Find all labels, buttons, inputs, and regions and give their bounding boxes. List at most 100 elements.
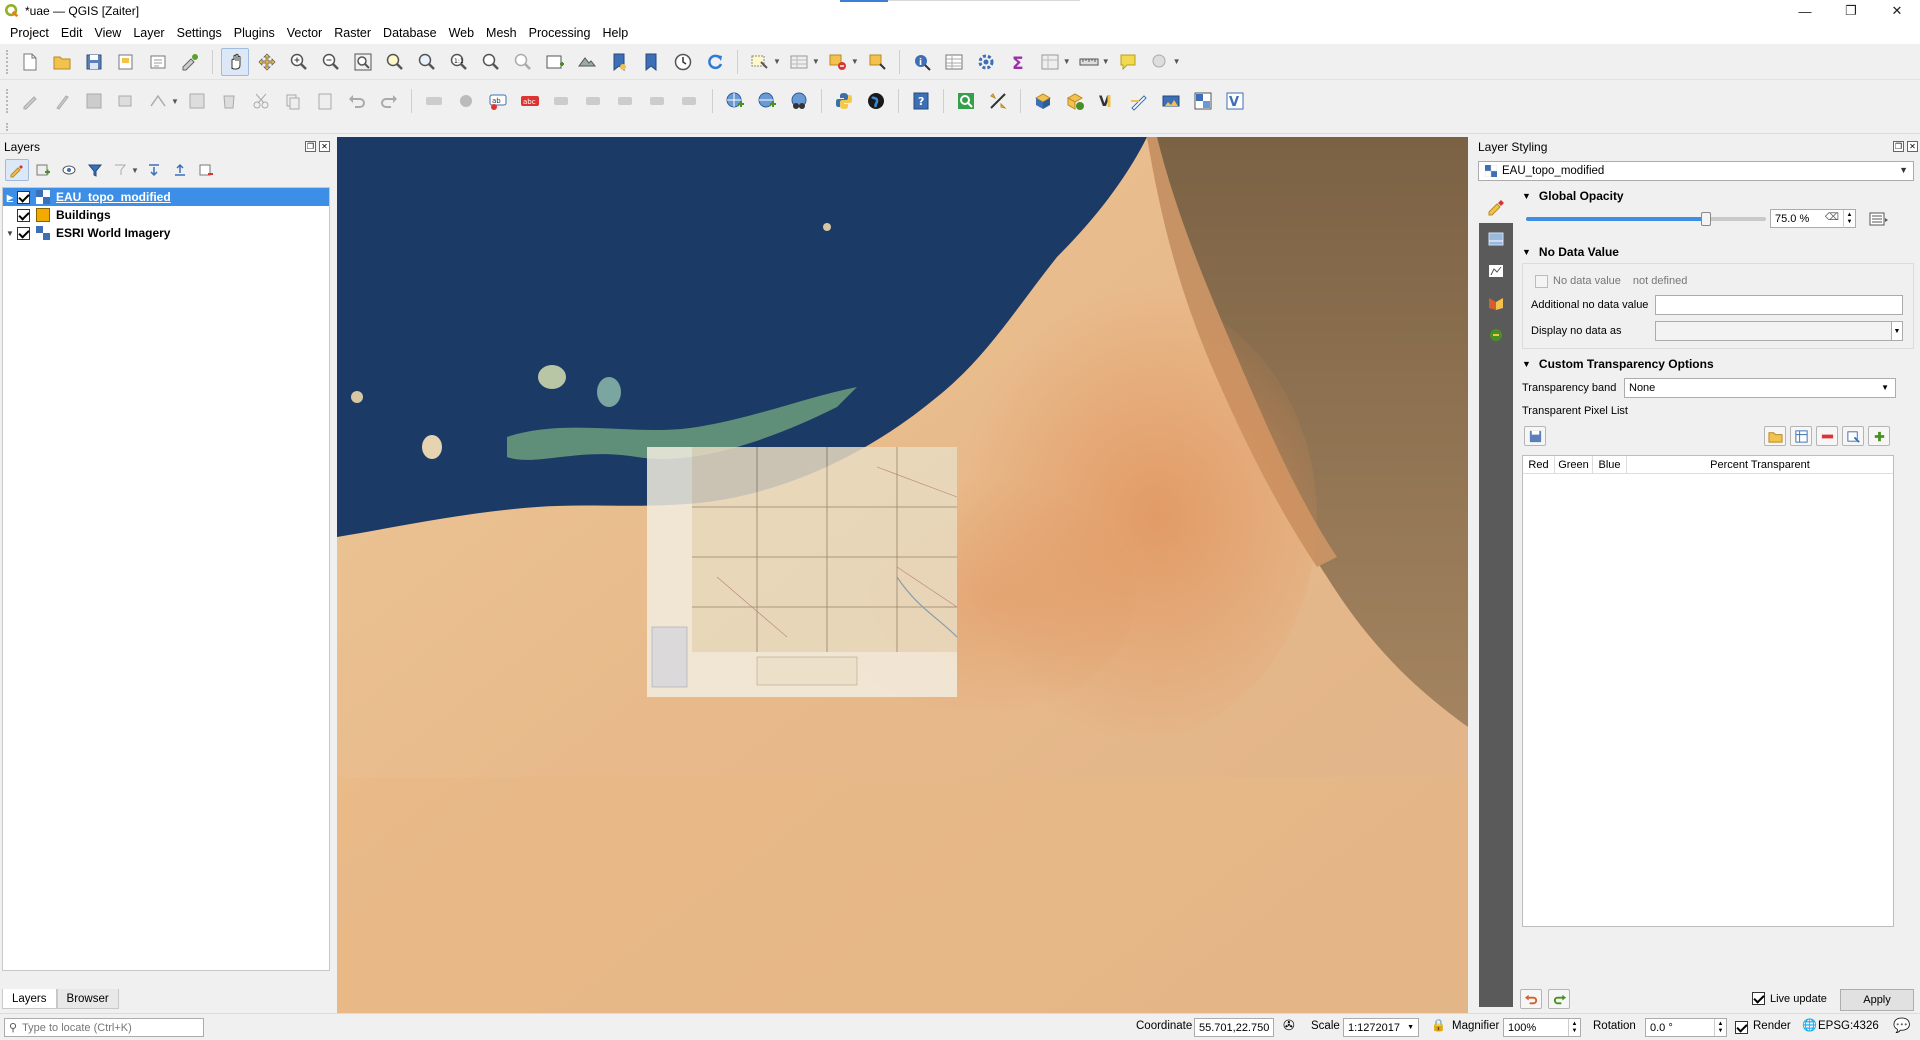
collapse-arrow-icon[interactable]: ▼ xyxy=(3,229,17,238)
layer-row-esri-world-imagery[interactable]: ▼ ESRI World Imagery xyxy=(3,224,329,242)
symbology-tab-icon[interactable] xyxy=(1479,191,1513,223)
column-blue[interactable]: Blue xyxy=(1593,456,1627,473)
float-panel-button[interactable]: ❐ xyxy=(305,141,316,152)
vertex-tool-icon[interactable] xyxy=(144,87,172,115)
layer-visibility-checkbox[interactable] xyxy=(17,190,30,204)
column-green[interactable]: Green xyxy=(1555,456,1593,473)
delete-selected-icon[interactable] xyxy=(215,87,243,115)
copy-features-icon[interactable] xyxy=(279,87,307,115)
undo-style-icon[interactable] xyxy=(1520,989,1542,1009)
menu-layer[interactable]: Layer xyxy=(127,26,170,40)
history-tab-icon[interactable] xyxy=(1479,319,1513,351)
close-panel-button[interactable]: ✕ xyxy=(1907,141,1918,152)
digitize-icon[interactable] xyxy=(1125,87,1153,115)
menu-settings[interactable]: Settings xyxy=(171,26,228,40)
help-icon[interactable]: ? xyxy=(907,87,935,115)
filter-by-expression-icon[interactable] xyxy=(109,159,133,181)
float-panel-button[interactable]: ❐ xyxy=(1893,141,1904,152)
add-wcs-layer-icon[interactable] xyxy=(1189,87,1217,115)
add-wms-layer-icon[interactable] xyxy=(721,87,749,115)
menu-mesh[interactable]: Mesh xyxy=(480,26,523,40)
toolbox-icon[interactable] xyxy=(972,48,1000,76)
collapse-arrow-icon[interactable]: ▼ xyxy=(1522,191,1531,201)
temporal-controller-icon[interactable] xyxy=(669,48,697,76)
dropdown-arrow-icon[interactable]: ▼ xyxy=(851,57,859,66)
open-layer-styling-icon[interactable] xyxy=(5,159,29,181)
menu-view[interactable]: View xyxy=(88,26,127,40)
dropdown-arrow-icon[interactable]: ▼ xyxy=(1173,57,1181,66)
current-edits-icon[interactable] xyxy=(16,87,44,115)
move-label-icon[interactable] xyxy=(612,87,640,115)
open-attribute-table-icon[interactable] xyxy=(940,48,968,76)
pin-labels-icon[interactable] xyxy=(548,87,576,115)
collapse-arrow-icon[interactable]: ▼ xyxy=(1522,247,1531,257)
additional-no-data-input[interactable] xyxy=(1655,295,1903,315)
menu-help[interactable]: Help xyxy=(596,26,634,40)
column-percent-transparent[interactable]: Percent Transparent xyxy=(1627,456,1893,473)
lock-scale-icon[interactable]: 🔒 xyxy=(1431,1018,1446,1032)
dropdown-arrow-icon[interactable]: ▼ xyxy=(773,57,781,66)
layer-diagram-icon[interactable] xyxy=(452,87,480,115)
crs-globe-icon[interactable]: 🌐 xyxy=(1802,1018,1817,1032)
zoom-out-icon[interactable] xyxy=(317,48,345,76)
layer-labeling-icon[interactable]: ab xyxy=(484,87,512,115)
render-checkbox[interactable] xyxy=(1735,1021,1748,1034)
layer-visibility-checkbox[interactable] xyxy=(17,208,30,222)
tab-browser[interactable]: Browser xyxy=(56,989,119,1009)
show-bookmarks-icon[interactable] xyxy=(637,48,665,76)
zoom-next-icon[interactable] xyxy=(509,48,537,76)
filter-legend-icon[interactable] xyxy=(83,159,107,181)
modify-attributes-icon[interactable] xyxy=(183,87,211,115)
rotate-label-icon[interactable] xyxy=(644,87,672,115)
menu-processing[interactable]: Processing xyxy=(523,26,597,40)
field-calculator-icon[interactable] xyxy=(1036,48,1064,76)
rotation-input[interactable]: 0.0 ° ▲ ▼ xyxy=(1645,1018,1727,1037)
zoom-to-selection-icon[interactable] xyxy=(381,48,409,76)
dropdown-arrow-icon[interactable]: ▼ xyxy=(812,57,820,66)
annotation-icon[interactable] xyxy=(1146,48,1174,76)
add-delimited-text-icon[interactable]: V xyxy=(1093,87,1121,115)
save-project-icon[interactable] xyxy=(80,48,108,76)
zoom-full-icon[interactable] xyxy=(349,48,377,76)
globe-icon[interactable] xyxy=(862,87,890,115)
refresh-icon[interactable] xyxy=(701,48,729,76)
column-red[interactable]: Red xyxy=(1523,456,1555,473)
add-from-display-icon[interactable] xyxy=(1842,426,1864,446)
new-3d-map-view-icon[interactable] xyxy=(573,48,601,76)
layer-select-combo[interactable]: EAU_topo_modified ▼ xyxy=(1478,161,1914,181)
coordinate-input[interactable]: 55.701,22.750 xyxy=(1194,1018,1274,1037)
menu-web[interactable]: Web xyxy=(443,26,480,40)
add-feature-icon[interactable] xyxy=(112,87,140,115)
new-map-view-icon[interactable] xyxy=(541,48,569,76)
remove-value-icon[interactable] xyxy=(1816,426,1838,446)
toggle-extents-icon[interactable]: ✇ xyxy=(1283,1017,1295,1034)
add-vector-layer-icon[interactable] xyxy=(1061,87,1089,115)
menu-project[interactable]: Project xyxy=(4,26,55,40)
chevron-down-icon[interactable]: ▼ xyxy=(1891,321,1903,341)
clear-icon[interactable]: ⌫ xyxy=(1825,212,1839,223)
menu-raster[interactable]: Raster xyxy=(328,26,377,40)
apply-button[interactable]: Apply xyxy=(1840,989,1914,1011)
display-no-data-color-button[interactable]: ▼ xyxy=(1655,321,1903,341)
default-values-icon[interactable] xyxy=(1790,426,1812,446)
layer-visibility-checkbox[interactable] xyxy=(17,226,30,240)
live-update-checkbox[interactable] xyxy=(1752,992,1765,1005)
select-location-icon[interactable] xyxy=(863,48,891,76)
undo-icon[interactable] xyxy=(343,87,371,115)
dropdown-arrow-icon[interactable]: ▼ xyxy=(1102,57,1110,66)
opacity-input[interactable]: 75.0 % ⌫ ▲ ▼ xyxy=(1770,209,1856,228)
quickmapservices-icon[interactable] xyxy=(952,87,980,115)
messages-icon[interactable]: 💬 xyxy=(1893,1017,1910,1034)
global-opacity-section[interactable]: ▼ Global Opacity xyxy=(1520,185,1916,207)
rule-labels-icon[interactable]: abc xyxy=(516,87,544,115)
add-group-icon[interactable] xyxy=(31,159,55,181)
toolbar-grip[interactable] xyxy=(6,49,10,74)
locator-search-input[interactable]: ⚲ Type to locate (Ctrl+K) xyxy=(4,1018,204,1037)
magnifier-input[interactable]: 100% ▲ ▼ xyxy=(1503,1018,1581,1037)
toggle-editing-icon[interactable] xyxy=(48,87,76,115)
redo-style-icon[interactable] xyxy=(1548,989,1570,1009)
show-hide-labels-icon[interactable] xyxy=(580,87,608,115)
redo-icon[interactable] xyxy=(375,87,403,115)
no-data-checkbox[interactable] xyxy=(1535,274,1548,288)
rotation-spinner[interactable]: ▲ ▼ xyxy=(1714,1019,1726,1036)
